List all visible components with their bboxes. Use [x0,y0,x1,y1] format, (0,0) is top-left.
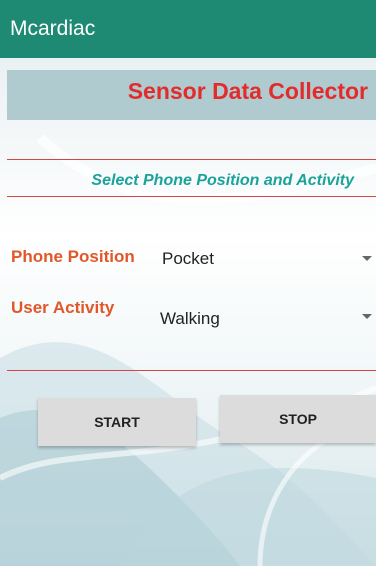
divider-top [7,159,376,160]
start-button-label: START [94,414,140,430]
divider-middle [7,196,376,197]
stop-button[interactable]: STOP [220,395,376,443]
app-bar: Mcardiac [0,0,376,58]
user-activity-value: Walking [160,309,220,328]
title-banner: Sensor Data Collector [7,70,376,120]
chevron-down-icon [362,256,372,261]
phone-position-label: Phone Position [11,247,135,266]
main-content: Sensor Data Collector Select Phone Posit… [0,58,376,566]
stop-button-label: STOP [279,411,317,427]
chevron-down-icon [362,314,372,319]
banner-title: Sensor Data Collector [127,78,368,104]
section-title: Select Phone Position and Activity [91,172,354,189]
app-title: Mcardiac [10,17,96,40]
divider-bottom [7,370,376,371]
phone-position-value: Pocket [162,249,214,268]
user-activity-label: User Activity [11,298,115,317]
start-button[interactable]: START [38,398,196,446]
